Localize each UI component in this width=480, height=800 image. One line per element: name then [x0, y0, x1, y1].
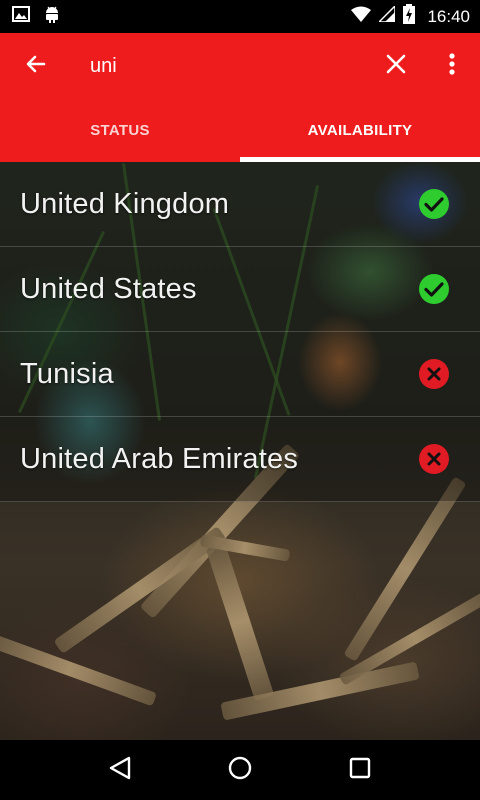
list-item[interactable]: United Kingdom: [0, 162, 480, 247]
search-toolbar: [0, 33, 480, 99]
tab-status[interactable]: STATUS: [0, 99, 240, 162]
close-icon: [386, 54, 406, 79]
clear-search-button[interactable]: [372, 33, 420, 99]
check-circle-icon: [418, 273, 450, 305]
navigation-bar: [0, 740, 480, 800]
country-name: Tunisia: [20, 358, 114, 390]
tab-label: AVAILABILITY: [307, 122, 413, 139]
country-name: United Kingdom: [20, 188, 230, 220]
cancel-circle-icon: [418, 443, 450, 475]
country-name: United States: [20, 273, 197, 305]
battery-charging-icon: [403, 4, 416, 29]
clock: 16:40: [427, 6, 470, 26]
more-options-button[interactable]: [432, 33, 472, 99]
back-triangle-icon: [109, 756, 131, 785]
nav-home-button[interactable]: [210, 740, 270, 800]
image-icon: [12, 6, 30, 27]
tab-label: STATUS: [90, 122, 150, 139]
search-input[interactable]: [72, 46, 342, 86]
nav-back-button[interactable]: [90, 740, 150, 800]
home-circle-icon: [228, 756, 252, 785]
list-item[interactable]: United States: [0, 247, 480, 332]
country-results-list: United Kingdom United States Tunisia Uni…: [0, 162, 480, 502]
wifi-icon: [351, 6, 372, 27]
list-item[interactable]: United Arab Emirates: [0, 417, 480, 502]
status-system-icons: 16:40: [351, 4, 470, 29]
status-bar: 16:40: [0, 0, 480, 33]
more-vert-icon: [449, 52, 455, 80]
tab-availability[interactable]: AVAILABILITY: [240, 99, 480, 162]
list-item[interactable]: Tunisia: [0, 332, 480, 417]
android-icon: [44, 5, 60, 28]
country-name: United Arab Emirates: [20, 443, 299, 475]
recents-square-icon: [349, 757, 371, 784]
cancel-circle-icon: [418, 358, 450, 390]
status-notifications: [12, 5, 60, 28]
nav-recents-button[interactable]: [330, 740, 390, 800]
arrow-back-icon: [24, 52, 48, 81]
back-button[interactable]: [0, 33, 72, 99]
signal-icon: [377, 4, 397, 27]
check-circle-icon: [418, 188, 450, 220]
tab-bar: STATUS AVAILABILITY: [0, 99, 480, 162]
results-panel: United Kingdom United States Tunisia Uni…: [0, 162, 480, 740]
